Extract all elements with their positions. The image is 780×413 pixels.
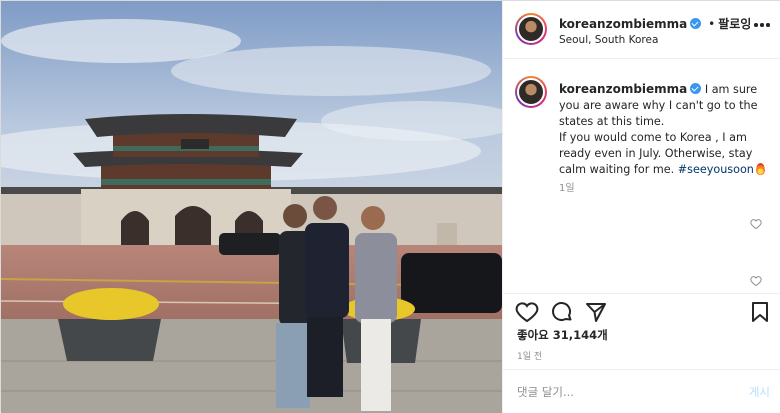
likes-count[interactable]: 좋아요 31,144개 [517,327,608,343]
location-link[interactable]: Seoul, South Korea [559,34,658,46]
post-photo[interactable] [1,1,502,413]
hashtag-link[interactable]: #seeyousoon [678,163,754,176]
more-icon[interactable] [754,23,770,27]
avatar[interactable] [515,13,547,45]
heart-icon[interactable] [750,275,762,287]
caption-username[interactable]: koreanzombiemma [559,82,687,96]
username-link[interactable]: koreanzombiemma [559,17,687,31]
verified-icon [690,83,702,94]
caption-avatar[interactable] [515,76,547,108]
heart-icon[interactable] [515,300,539,324]
verified-icon [690,18,702,29]
share-icon[interactable] [584,300,608,324]
heart-icon[interactable] [750,218,762,230]
caption-age: 1일 [559,183,575,194]
fire-emoji [755,163,765,175]
bookmark-icon[interactable] [748,300,772,324]
caption-block: koreanzombiemma I am sure you are aware … [503,60,780,293]
likes-number: 31,144개 [552,328,608,342]
caption-text: koreanzombiemma I am sure you are aware … [559,81,771,178]
photo-illustration [1,1,502,413]
post-comment-button[interactable]: 게시 [749,384,770,400]
separator-dot: • [708,17,716,31]
likes-label: 좋아요 [517,328,549,342]
header-user-line: koreanzombiemma • 팔로잉 [559,15,751,32]
post-header: koreanzombiemma • 팔로잉 Seoul, South Korea [503,1,780,59]
comment-icon[interactable] [550,300,574,324]
post-timestamp[interactable]: 1일 전 [517,349,542,362]
post-dialog: koreanzombiemma • 팔로잉 Seoul, South Korea … [0,0,780,413]
comment-bar: 게시 [503,369,780,413]
following-button[interactable]: 팔로잉 [718,17,751,31]
post-side-panel: koreanzombiemma • 팔로잉 Seoul, South Korea … [502,1,780,413]
action-bar [503,293,780,329]
comment-input[interactable] [517,382,717,402]
